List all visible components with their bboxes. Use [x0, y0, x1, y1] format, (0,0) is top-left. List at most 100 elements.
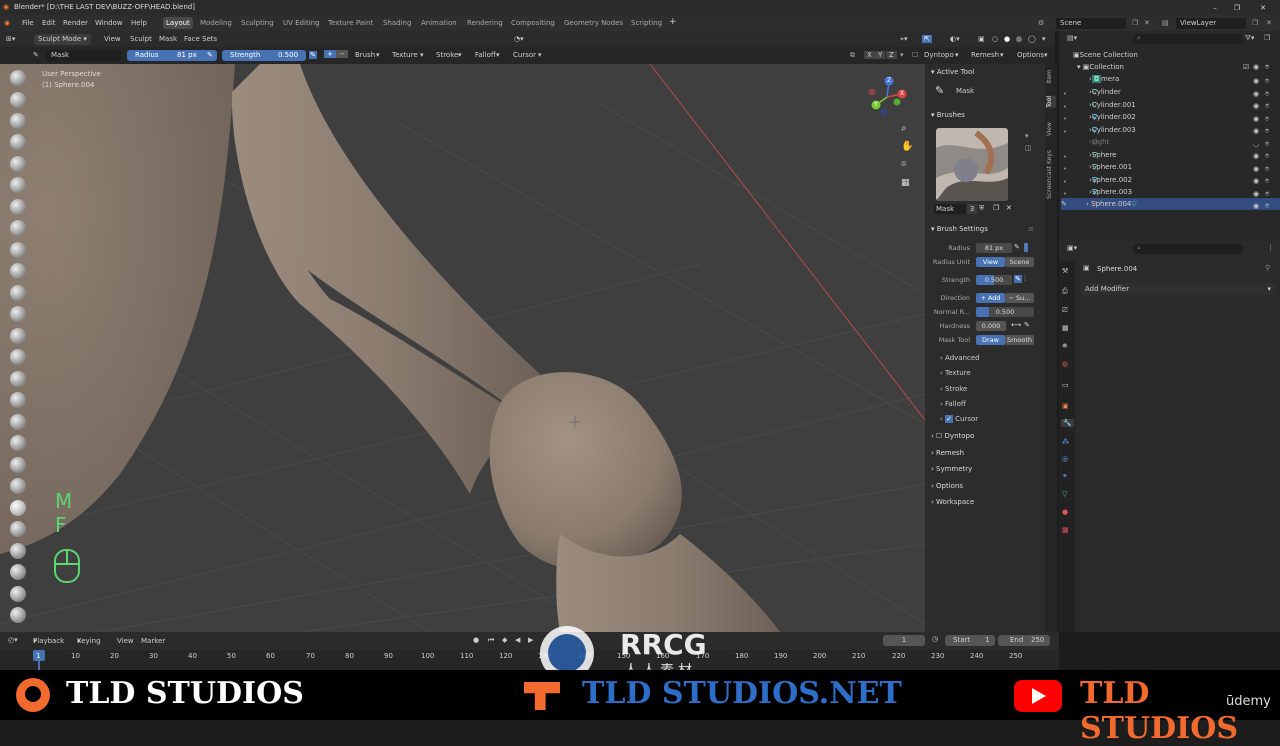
material-tab-icon[interactable]: ●	[1062, 508, 1068, 516]
symmetry-mirror-icon[interactable]: ⧉	[850, 51, 855, 60]
snapping-icon[interactable]: ◔▾	[514, 35, 524, 43]
add-direction-button[interactable]: +	[324, 50, 336, 58]
shading-material-icon[interactable]: ◍	[1016, 35, 1022, 43]
tab-geometry-nodes[interactable]: Geometry Nodes	[564, 19, 623, 27]
shading-solid-icon[interactable]: ●	[1004, 35, 1010, 43]
falloff-dropdown[interactable]: Falloff	[475, 51, 496, 59]
tab-sculpting[interactable]: Sculpting	[241, 19, 274, 27]
start-frame-field[interactable]: Start 1	[945, 635, 995, 646]
outliner-row-sphere-002[interactable]: › ▽ Sphere.002 ⚲ ▽	[1089, 176, 1132, 184]
outliner-row-cylinder-003[interactable]: › ▽ Cylinder.003 ⚲ ▽	[1089, 126, 1136, 134]
layer-brush-icon[interactable]	[10, 177, 26, 193]
menu-playback[interactable]: Playback ▾	[33, 637, 64, 645]
subpanel-falloff[interactable]: › Falloff	[940, 400, 966, 408]
render-col-icons[interactable]: ⌾ ⌾ ⌾ ⌾ ⌾ ⌾ ⌾ ⌾ ⌾ ⌾ ⌾	[1265, 75, 1269, 213]
brush-shield-icon[interactable]: ⛨	[979, 204, 984, 213]
tab-view[interactable]: View	[1046, 122, 1056, 136]
tab-scripting[interactable]: Scripting	[631, 19, 662, 27]
mesh-filter-icon[interactable]	[10, 586, 26, 602]
brush-menu-icon[interactable]: ▾	[1025, 132, 1029, 140]
outliner-row-light[interactable]: › ☼ Light ◌	[1089, 138, 1109, 146]
ortho-toggle-icon[interactable]: ▦	[901, 178, 910, 188]
mask-brush-icon[interactable]	[10, 500, 26, 516]
radius-unit-scene-button[interactable]: Scene	[1005, 257, 1034, 267]
clay-strips-brush-icon[interactable]	[10, 134, 26, 150]
gizmo-toggle-icon[interactable]: ⌖▾	[900, 35, 907, 44]
multiplane-scrape-brush-icon[interactable]	[10, 349, 26, 365]
outliner-row-sphere-001[interactable]: › ▽ Sphere.001 ▽	[1089, 163, 1132, 171]
world-tab-icon[interactable]: ◍	[1062, 360, 1068, 368]
strength-jitter-icon[interactable]: ⫶	[1024, 275, 1026, 284]
properties-type-icon[interactable]: ▣▾	[1067, 244, 1077, 252]
panel-grip-icon[interactable]: ≡	[1028, 225, 1034, 233]
menu-timeline-view[interactable]: View	[117, 637, 134, 645]
overlay-icon[interactable]: ◐▾	[950, 35, 960, 43]
viewport-canvas[interactable]	[0, 64, 925, 632]
outliner-type-icon[interactable]: ▤▾	[1067, 34, 1077, 42]
normal-radius-field[interactable]: 0.500	[976, 307, 1034, 317]
timeline-type-icon[interactable]: ◴▾	[8, 636, 18, 644]
outliner-filter-icon[interactable]: ⛛▾	[1245, 34, 1254, 43]
cursor-checkbox-icon[interactable]: ✓	[945, 415, 953, 423]
tab-shading[interactable]: Shading	[383, 19, 411, 27]
tool-tab-icon[interactable]: ⚒	[1062, 267, 1068, 275]
output-tab-icon[interactable]: ⎚	[1062, 306, 1068, 315]
view-layer-tab-icon[interactable]: ▦	[1062, 324, 1069, 332]
brush-unlink-icon[interactable]: ✕	[1006, 204, 1012, 212]
camera-view-icon[interactable]: ⌾	[901, 160, 906, 170]
tab-animation[interactable]: Animation	[421, 19, 457, 27]
menu-mask[interactable]: Mask	[159, 35, 177, 43]
outliner-row-sphere[interactable]: › ▽ Sphere ▽	[1089, 151, 1116, 159]
draw-face-sets-icon[interactable]	[10, 521, 26, 537]
collection-checkbox-icon[interactable]: ☑	[1243, 63, 1249, 71]
pinch-brush-icon[interactable]	[10, 371, 26, 387]
menu-edit[interactable]: Edit	[42, 19, 56, 27]
physics-tab-icon[interactable]: ◎	[1062, 455, 1068, 463]
collection-row[interactable]: ▾ ▣ Collection	[1077, 63, 1124, 71]
fill-brush-icon[interactable]	[10, 306, 26, 322]
properties-options-icon[interactable]: ⋮	[1267, 244, 1274, 252]
box-hide-icon[interactable]	[10, 564, 26, 580]
viewlayer-selector[interactable]: ViewLayer	[1176, 18, 1246, 29]
tool-name-field[interactable]: Mask	[46, 50, 122, 61]
maximize-button[interactable]: ❐	[1232, 3, 1242, 13]
constraints-tab-icon[interactable]: ⚭	[1062, 472, 1068, 480]
tab-modeling[interactable]: Modeling	[200, 19, 232, 27]
active-tool-header[interactable]: ▾ Active Tool	[931, 68, 974, 76]
brush-preview-thumbnail[interactable]	[936, 128, 1008, 201]
mode-selector[interactable]: Sculpt Mode ▾	[34, 34, 91, 45]
strength-field[interactable]: 0.500	[976, 275, 1012, 285]
tab-texture-paint[interactable]: Texture Paint	[328, 19, 373, 27]
menu-marker[interactable]: Marker	[141, 637, 165, 645]
hardness-field[interactable]: 0.000	[976, 321, 1006, 331]
brushes-header[interactable]: ▾ Brushes	[931, 111, 965, 119]
dyntopo-section[interactable]: › ☐ Dyntopo	[931, 432, 974, 440]
brush-settings-header[interactable]: ▾ Brush Settings	[931, 225, 988, 233]
menu-render[interactable]: Render	[63, 19, 88, 27]
pan-hand-icon[interactable]: ✋	[901, 141, 913, 152]
menu-keying[interactable]: Keying ▾	[77, 637, 101, 645]
current-frame-field[interactable]: 1	[883, 635, 925, 646]
hardness-pressure-icon[interactable]: ✎	[1024, 321, 1030, 329]
record-button[interactable]: ●	[473, 636, 479, 644]
remove-scene-icon[interactable]: ✕	[1144, 19, 1150, 27]
new-scene-icon[interactable]: ❐	[1132, 19, 1138, 27]
brush-name-field[interactable]: Mask	[934, 204, 966, 214]
brush-fake-user-icon[interactable]: ◫	[1025, 144, 1032, 152]
modifier-tab-icon[interactable]: 🔧	[1061, 419, 1074, 427]
editor-type-icon[interactable]: ⊞▾	[6, 35, 15, 43]
tab-layout[interactable]: Layout	[163, 17, 193, 29]
inflate-brush-icon[interactable]	[10, 199, 26, 215]
radius-pressure-icon[interactable]: ✎	[1014, 243, 1020, 251]
play-reverse-button[interactable]: ◀	[515, 636, 520, 644]
subtract-direction-button[interactable]: −	[336, 50, 348, 58]
radius-field[interactable]: 81 px	[976, 243, 1012, 253]
menu-sculpt[interactable]: Sculpt	[130, 35, 152, 43]
outliner-search-field[interactable]: ⌕	[1133, 34, 1243, 44]
tab-tool[interactable]: Tool	[1046, 96, 1056, 108]
menu-window[interactable]: Window	[95, 19, 123, 27]
shading-wire-icon[interactable]: ○	[992, 35, 998, 43]
scene-icon[interactable]: ⚙	[1038, 19, 1044, 27]
dyntopo-checkbox-icon[interactable]: ☐	[912, 51, 918, 59]
brush-duplicate-icon[interactable]: ❐	[993, 204, 999, 212]
